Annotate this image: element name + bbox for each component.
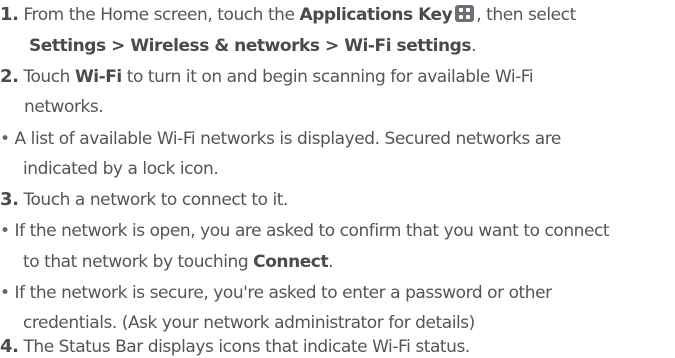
applications-key-icon [455, 5, 475, 22]
bullet-3-line-2: credentials. (Ask your network administr… [23, 312, 475, 334]
bullet-3-continuation: credentials. (Ask your network administr… [23, 313, 475, 333]
bullet-2-line-2: to that network by touching Connect. [23, 251, 334, 273]
bullet-marker: • [0, 221, 10, 241]
bullet-1-continuation: indicated by a lock icon. [23, 159, 219, 179]
step-2-number: 2. [0, 66, 19, 87]
settings-path: Settings > Wireless & networks > Wi-Fi s… [29, 36, 472, 56]
wifi-label: Wi-Fi [74, 67, 122, 87]
bullet-3-text: If the network is secure, you're asked t… [14, 283, 553, 303]
step-1-number: 1. [0, 4, 19, 25]
bullet-marker: • [0, 129, 10, 149]
step-4-line: 4. The Status Bar displays icons that in… [0, 336, 470, 358]
step-1-line-2: Settings > Wireless & networks > Wi-Fi s… [29, 35, 476, 57]
connect-label: Connect [253, 252, 329, 272]
bullet-1-line-2: indicated by a lock icon. [23, 158, 219, 180]
bullet-2-period: . [328, 252, 334, 272]
bullet-3-line-1: • If the network is secure, you're asked… [0, 282, 552, 304]
bullet-2-text: If the network is open, you are asked to… [14, 221, 610, 241]
step-1-text-suffix: , then select [476, 5, 576, 25]
step-2-line-1: 2. Touch Wi-Fi to turn it on and begin s… [0, 66, 534, 88]
step-4-number: 4. [0, 336, 19, 357]
step-3-text: Touch a network to connect to it. [23, 190, 288, 210]
step-3-number: 3. [0, 189, 19, 210]
step-1-text-prefix: From the Home screen, touch the [23, 5, 295, 25]
step-2-line-2: networks. [24, 96, 104, 118]
step-4-text: The Status Bar displays icons that indic… [23, 337, 470, 357]
bullet-1-text: A list of available Wi-Fi networks is di… [14, 129, 562, 149]
applications-key-label: Applications Key [299, 5, 453, 25]
bullet-marker: • [0, 283, 10, 303]
bullet-2-text-prefix: to that network by touching [23, 252, 249, 272]
settings-path-period: . [471, 36, 477, 56]
step-2-continuation: networks. [24, 97, 104, 117]
step-2-text-prefix: Touch [23, 67, 70, 87]
step-2-text-suffix: to turn it on and begin scanning for ava… [126, 67, 534, 87]
instructions-document: 1. From the Home screen, touch the Appli… [0, 0, 675, 357]
step-3-line: 3. Touch a network to connect to it. [0, 189, 288, 211]
bullet-2-line-1: • If the network is open, you are asked … [0, 220, 610, 242]
bullet-1-line-1: • A list of available Wi-Fi networks is … [0, 128, 561, 150]
step-1-line-1: 1. From the Home screen, touch the Appli… [0, 4, 576, 26]
